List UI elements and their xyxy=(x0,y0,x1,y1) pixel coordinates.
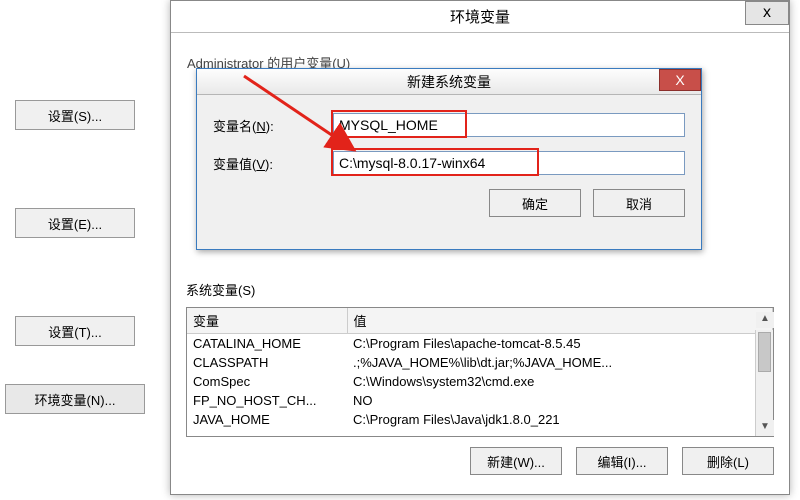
table-row[interactable]: CLASSPATH.;%JAVA_HOME%\lib\dt.jar;%JAVA_… xyxy=(187,353,773,372)
settings-e-button[interactable]: 设置(E)... xyxy=(15,208,135,238)
cell-value: NO xyxy=(347,391,773,410)
scrollbar-track[interactable]: ▲ ▼ xyxy=(755,330,773,436)
table-row[interactable]: JAVA_HOMEC:\Program Files\Java\jdk1.8.0_… xyxy=(187,410,773,429)
sysvar-delete-button[interactable]: 删除(L) xyxy=(682,447,774,475)
column-header-variable[interactable]: 变量 xyxy=(187,308,347,334)
cell-variable: CATALINA_HOME xyxy=(187,334,347,354)
newvar-titlebar: 新建系统变量 X xyxy=(197,69,701,95)
variable-value-row: 变量值(V): xyxy=(213,151,685,175)
env-variables-button[interactable]: 环境变量(N)... xyxy=(5,384,145,414)
scroll-down-icon[interactable]: ▼ xyxy=(756,420,774,436)
cell-variable: ComSpec xyxy=(187,372,347,391)
env-window-close-button[interactable]: x xyxy=(745,1,789,25)
sysvar-new-button[interactable]: 新建(W)... xyxy=(470,447,562,475)
cell-value: .;%JAVA_HOME%\lib\dt.jar;%JAVA_HOME... xyxy=(347,353,773,372)
scroll-up-icon[interactable]: ▲ xyxy=(756,312,774,328)
settings-s-button[interactable]: 设置(S)... xyxy=(15,100,135,130)
newvar-close-button[interactable]: X xyxy=(659,69,701,91)
ok-button[interactable]: 确定 xyxy=(489,189,581,217)
system-variables-listview[interactable]: 变量 值 CATALINA_HOMEC:\Program Files\apach… xyxy=(186,307,774,437)
system-variables-table: 变量 值 CATALINA_HOMEC:\Program Files\apach… xyxy=(187,308,773,429)
sysvar-edit-button[interactable]: 编辑(I)... xyxy=(576,447,668,475)
system-variables-label: 系统变量(S) xyxy=(186,280,774,299)
cell-variable: FP_NO_HOST_CH... xyxy=(187,391,347,410)
cell-value: C:\Windows\system32\cmd.exe xyxy=(347,372,773,391)
variable-value-input[interactable] xyxy=(333,151,685,175)
env-window-title: 环境变量 xyxy=(450,6,510,27)
table-row[interactable]: CATALINA_HOMEC:\Program Files\apache-tom… xyxy=(187,334,773,354)
variable-name-input[interactable] xyxy=(333,113,685,137)
newvar-title-text: 新建系统变量 xyxy=(407,72,491,92)
cell-value: C:\Program Files\apache-tomcat-8.5.45 xyxy=(347,334,773,354)
settings-t-button[interactable]: 设置(T)... xyxy=(15,316,135,346)
variable-name-label: 变量名(N): xyxy=(213,116,333,135)
variable-value-label: 变量值(V): xyxy=(213,154,333,173)
new-system-variable-dialog: 新建系统变量 X 变量名(N): 变量值(V): 确定 取消 xyxy=(196,68,702,250)
column-header-value[interactable]: 值 xyxy=(347,308,773,334)
env-window-titlebar: 环境变量 x xyxy=(171,1,789,33)
cell-value: C:\Program Files\Java\jdk1.8.0_221 xyxy=(347,410,773,429)
scrollbar-thumb[interactable] xyxy=(758,332,771,372)
variable-name-row: 变量名(N): xyxy=(213,113,685,137)
table-row[interactable]: ComSpecC:\Windows\system32\cmd.exe xyxy=(187,372,773,391)
cancel-button[interactable]: 取消 xyxy=(593,189,685,217)
left-buttons-panel: 设置(S)... 设置(E)... 设置(T)... 环境变量(N)... xyxy=(0,100,150,492)
table-row[interactable]: FP_NO_HOST_CH...NO xyxy=(187,391,773,410)
cell-variable: CLASSPATH xyxy=(187,353,347,372)
system-variables-section: 系统变量(S) 变量 值 CATALINA_HOMEC:\Program Fil… xyxy=(186,280,774,475)
cell-variable: JAVA_HOME xyxy=(187,410,347,429)
